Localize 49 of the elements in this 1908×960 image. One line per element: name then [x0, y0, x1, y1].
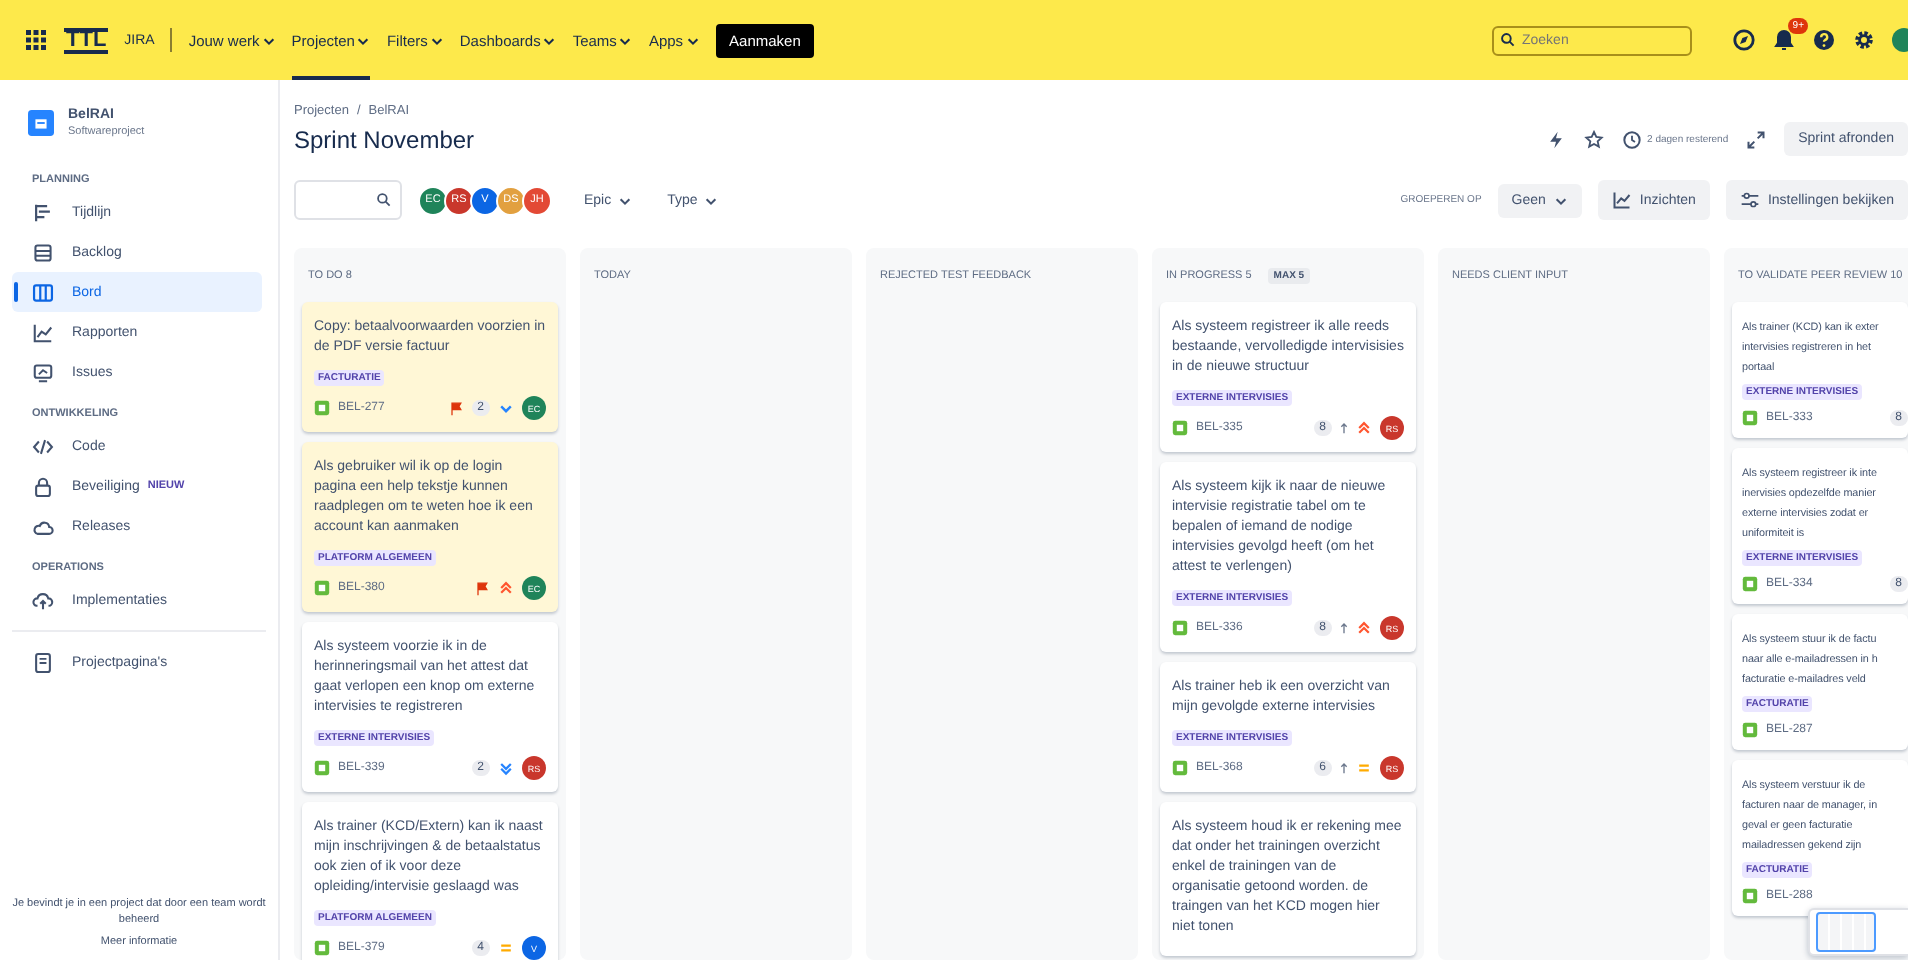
- story-icon: [1172, 760, 1188, 776]
- chevron-down-icon: [618, 33, 633, 47]
- compass-icon[interactable]: [1732, 28, 1756, 52]
- star-icon[interactable]: [1583, 129, 1604, 149]
- story-icon: [314, 940, 330, 956]
- story-icon: [314, 580, 330, 596]
- board-search-field[interactable]: [294, 180, 402, 220]
- settings-icon[interactable]: [1852, 28, 1876, 52]
- chevron-down-icon: [703, 193, 718, 207]
- lock-icon: [32, 475, 54, 497]
- story-icon: [1172, 420, 1188, 436]
- chart-icon: [32, 321, 54, 343]
- search-icon: [376, 192, 392, 208]
- chevron-down-icon: [542, 33, 557, 47]
- flag-icon: [474, 580, 490, 596]
- board-icon: [32, 281, 54, 303]
- chevron-down-icon: [261, 33, 276, 47]
- chevron-down-icon: [429, 33, 444, 47]
- expand-icon[interactable]: [1746, 129, 1767, 149]
- viewport-handle[interactable]: [1816, 912, 1876, 952]
- search-icon: [1500, 32, 1516, 48]
- sliders-icon: [1739, 190, 1760, 210]
- chevron-down-icon: [356, 33, 371, 47]
- help-icon[interactable]: [1812, 28, 1836, 52]
- monitor-icon: [32, 361, 54, 383]
- story-icon: [314, 400, 330, 416]
- story-icon: [314, 760, 330, 776]
- story-icon: [1742, 410, 1758, 426]
- bell-icon[interactable]: [1772, 28, 1796, 52]
- story-icon: [1172, 620, 1188, 636]
- story-icon: [1742, 722, 1758, 738]
- project-icon[interactable]: [28, 110, 54, 136]
- flag-icon: [447, 400, 464, 416]
- lightning-icon[interactable]: [1545, 129, 1566, 149]
- cloud-sync-icon: [32, 589, 54, 611]
- chart-icon: [1611, 190, 1632, 210]
- story-icon: [1742, 888, 1758, 904]
- page-title: Sprint November: [294, 125, 475, 153]
- chevron-down-icon: [1553, 193, 1568, 207]
- chevron-down-icon: [685, 33, 700, 47]
- story-icon: [1742, 576, 1758, 592]
- app-grid-icon[interactable]: [24, 28, 48, 52]
- page-icon: [32, 651, 54, 673]
- backlog-icon: [32, 241, 54, 263]
- board-minimap[interactable]: [1808, 908, 1908, 956]
- chevron-down-icon: [617, 193, 632, 207]
- timeline-icon: [32, 201, 54, 223]
- code-icon: [32, 435, 54, 457]
- clock-icon: [1621, 129, 1642, 149]
